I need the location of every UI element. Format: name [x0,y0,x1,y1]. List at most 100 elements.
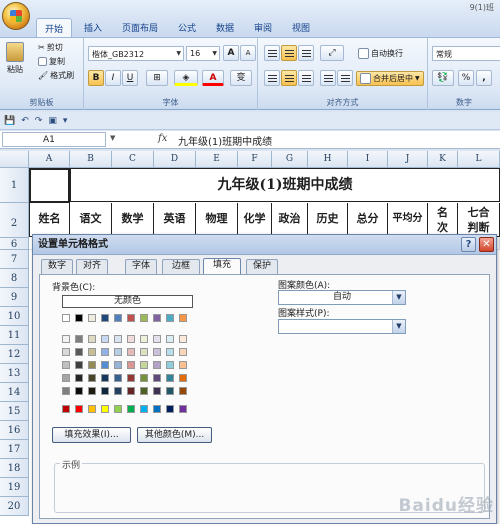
color-swatch[interactable] [114,387,122,395]
align-right-button[interactable] [298,70,314,86]
color-swatch[interactable] [75,387,83,395]
header-cell[interactable]: 物理 [196,203,238,237]
color-swatch[interactable] [166,335,174,343]
row-header[interactable]: 6 [0,238,29,250]
header-cell-rank[interactable]: 名 次 [428,203,458,237]
align-top-button[interactable] [264,45,280,61]
row-header[interactable]: 18 [0,459,29,478]
header-cell[interactable]: 姓名 [29,203,70,237]
number-format-select[interactable]: 常规 [432,46,500,61]
color-swatch[interactable] [114,335,122,343]
font-color-button[interactable]: A [202,70,224,86]
row-header[interactable]: 12 [0,345,29,364]
no-color-button[interactable]: 无颜色 [62,295,193,308]
color-swatch[interactable] [153,374,161,382]
underline-button[interactable]: U [122,70,138,86]
color-swatch[interactable] [127,387,135,395]
column-header[interactable]: B [70,151,112,168]
color-swatch[interactable] [166,361,174,369]
tab-review[interactable]: 审阅 [246,18,280,37]
borders-button[interactable]: ⊞ [146,70,168,86]
color-swatch[interactable] [101,374,109,382]
tab-border[interactable]: 边框 [162,259,200,274]
comma-button[interactable]: , [476,70,492,86]
color-swatch[interactable] [62,335,70,343]
color-swatch[interactable] [101,361,109,369]
color-swatch[interactable] [62,387,70,395]
row-header[interactable]: 16 [0,421,29,440]
tab-data[interactable]: 数据 [208,18,242,37]
cut-button[interactable]: ✂ 剪切 [38,42,63,53]
pattern-color-select[interactable]: 自动 ▼ [278,290,406,305]
color-swatch[interactable] [179,374,187,382]
color-swatch[interactable] [140,387,148,395]
close-button[interactable]: ✕ [479,237,494,252]
color-swatch[interactable] [140,314,148,322]
tab-page-layout[interactable]: 页面布局 [114,18,166,37]
row-header[interactable]: 14 [0,383,29,402]
color-swatch[interactable] [140,374,148,382]
fill-effects-button[interactable]: 填充效果(I)... [52,427,131,443]
color-swatch[interactable] [114,374,122,382]
color-swatch[interactable] [75,335,83,343]
align-bottom-button[interactable] [298,45,314,61]
more-colors-button[interactable]: 其他颜色(M)... [137,427,212,443]
save-icon[interactable]: 💾 [4,116,15,126]
color-swatch[interactable] [179,361,187,369]
row-header[interactable]: 11 [0,326,29,345]
column-header[interactable]: G [272,151,308,168]
color-swatch[interactable] [179,387,187,395]
color-swatch[interactable] [101,405,109,413]
percent-button[interactable]: % [458,70,474,86]
redo-icon[interactable]: ↷ [35,116,43,126]
phonetic-button[interactable]: 变 [230,70,252,86]
tab-home[interactable]: 开始 [36,18,73,37]
color-swatch[interactable] [127,348,135,356]
name-box[interactable]: A1 [2,132,106,147]
header-cell[interactable]: 平均分 [388,203,428,237]
tab-insert[interactable]: 插入 [76,18,110,37]
column-header[interactable]: J [388,151,428,168]
color-swatch[interactable] [75,405,83,413]
color-swatch[interactable] [88,361,96,369]
row-header[interactable]: 15 [0,402,29,421]
orientation-button[interactable]: ⤢ [320,45,344,61]
color-swatch[interactable] [127,335,135,343]
color-swatch[interactable] [88,335,96,343]
currency-button[interactable]: 💱 [432,70,454,86]
font-name-select[interactable]: 楷体_GB2312 ▼ [88,46,184,61]
color-swatch[interactable] [153,348,161,356]
undo-icon[interactable]: ↶ [21,116,29,126]
align-middle-button[interactable] [281,45,297,61]
office-button[interactable] [2,2,30,30]
color-swatch[interactable] [166,374,174,382]
fill-color-button[interactable]: ◈ [174,70,198,86]
color-swatch[interactable] [88,374,96,382]
row-header[interactable]: 2 [0,203,29,238]
color-swatch[interactable] [62,314,70,322]
column-header[interactable]: L [458,151,500,168]
tab-fill[interactable]: 填充 [203,258,241,275]
color-swatch[interactable] [153,361,161,369]
color-swatch[interactable] [153,405,161,413]
row-header[interactable]: 8 [0,269,29,288]
color-swatch[interactable] [140,361,148,369]
shrink-font-button[interactable]: A [240,45,256,61]
color-swatch[interactable] [75,361,83,369]
header-cell[interactable]: 政治 [272,203,308,237]
color-swatch[interactable] [179,405,187,413]
color-swatch[interactable] [127,405,135,413]
color-swatch[interactable] [62,361,70,369]
color-swatch[interactable] [140,348,148,356]
formula-input[interactable]: 九年级(1)班期中成绩 [178,133,272,148]
row-header[interactable]: 20 [0,497,29,516]
header-cell-judge[interactable]: 七合 判断 [458,203,500,237]
tab-formulas[interactable]: 公式 [170,18,204,37]
color-swatch[interactable] [101,348,109,356]
tab-number[interactable]: 数字 [41,259,73,274]
sheet-title-cell[interactable]: 九年级(1)班期中成绩 [70,168,500,202]
tab-font[interactable]: 字体 [125,259,157,274]
color-swatch[interactable] [75,374,83,382]
column-header[interactable]: H [308,151,348,168]
color-swatch[interactable] [101,387,109,395]
